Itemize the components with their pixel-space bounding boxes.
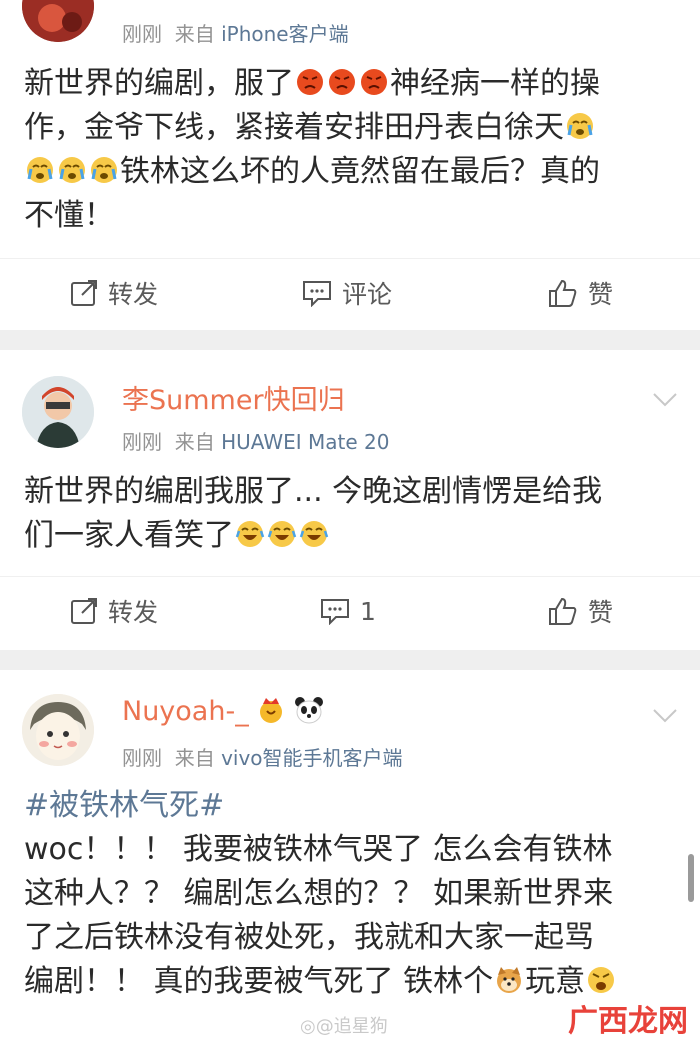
post-text: 们一家人看笑了 xyxy=(24,518,234,553)
crown-heart-emoji-icon xyxy=(260,698,283,723)
action-bar: 转发 评论 赞 xyxy=(0,258,700,329)
comment-label: 评论 xyxy=(342,280,393,309)
username-text: Nuyoah-_ xyxy=(122,696,249,727)
angry-shouting-emoji-icon xyxy=(588,967,615,993)
post-text: 铁林这么坏的人竟然留在最后？真的 xyxy=(120,154,600,189)
post-from-label: 来自 xyxy=(174,746,215,770)
like-label: 赞 xyxy=(588,280,614,309)
site-watermark: 广西龙网 xyxy=(568,1004,688,1039)
post-text: 了之后铁林没有被处死，我就和大家一起骂 xyxy=(24,920,594,955)
post-text: woc！！！ 我要被铁林气哭了 怎么会有铁林 xyxy=(24,832,613,867)
angry-emoji-icon xyxy=(294,66,390,101)
post-text: 编剧！！ 真的我要被气死了 铁林个 xyxy=(24,964,494,999)
weibo-post-2: 李Summer快回归 刚刚 来自 HUAWEI Mate 20 新世界的编剧我服… xyxy=(0,350,700,650)
post-body: #被铁林气死# woc！！！ 我要被铁林气哭了 怎么会有铁林 这种人？？ 编剧怎… xyxy=(24,784,674,1004)
weibo-watermark: ◎@追星狗 xyxy=(300,1012,388,1038)
post-separator xyxy=(0,650,700,670)
repost-button[interactable]: 转发 xyxy=(70,593,158,629)
post-text: 神经病一样的操 xyxy=(390,66,600,101)
comment-count: 1 xyxy=(360,596,376,626)
post-text: 玩意 xyxy=(525,964,586,999)
repost-label: 转发 xyxy=(108,598,159,627)
username[interactable]: Nuyoah-_ xyxy=(122,696,324,727)
post-source[interactable]: HUAWEI Mate 20 xyxy=(221,430,389,454)
post-from-label: 来自 xyxy=(174,430,215,454)
post-meta: 刚刚 来自 HUAWEI Mate 20 xyxy=(122,426,389,455)
post-source[interactable]: vivo智能手机客户端 xyxy=(221,746,402,770)
repost-label: 转发 xyxy=(108,280,159,309)
post-time: 刚刚 xyxy=(122,430,162,454)
post-from-label: 来自 xyxy=(174,22,215,46)
repost-button[interactable]: 转发 xyxy=(70,275,158,311)
weibo-watermark-text: @追星狗 xyxy=(315,1016,388,1037)
weibo-logo-icon: ◎ xyxy=(300,1016,316,1037)
thumbs-up-icon xyxy=(549,279,577,307)
repost-icon xyxy=(71,280,97,306)
post-separator xyxy=(0,330,700,350)
hashtag-link[interactable]: #被铁林气死# xyxy=(24,784,674,828)
post-time: 刚刚 xyxy=(122,746,162,770)
username[interactable]: 李Summer快回归 xyxy=(122,378,345,417)
chevron-down-icon[interactable] xyxy=(652,392,678,408)
avatar[interactable] xyxy=(22,694,94,766)
comment-icon xyxy=(303,281,331,307)
post-source[interactable]: iPhone客户端 xyxy=(221,22,349,46)
post-meta: 刚刚 来自 iPhone客户端 xyxy=(122,18,349,47)
post-text: 不懂！ xyxy=(24,198,114,233)
post-text: 作，金爷下线，紧接着安排田丹表白徐天 xyxy=(24,110,564,145)
action-bar: 转发 1 赞 xyxy=(0,576,700,647)
post-time: 刚刚 xyxy=(122,22,162,46)
post-text: 这种人？？ 编剧怎么想的？？ 如果新世界来 xyxy=(24,876,614,911)
chevron-down-icon[interactable] xyxy=(652,708,678,724)
doge-emoji-icon xyxy=(497,967,522,993)
post-text: 新世界的编剧，服了 xyxy=(24,66,294,101)
avatar[interactable] xyxy=(22,376,94,448)
crying-emoji-icon xyxy=(24,154,120,189)
post-meta: 刚刚 来自 vivo智能手机客户端 xyxy=(122,742,403,771)
panda-icon xyxy=(294,697,323,724)
laughing-emoji-icon xyxy=(234,518,330,553)
like-label: 赞 xyxy=(588,598,614,627)
post-text: 新世界的编剧我服了... 今晚这剧情愣是给我 xyxy=(24,474,603,509)
scrollbar[interactable] xyxy=(688,854,694,902)
post-body: 新世界的编剧我服了... 今晚这剧情愣是给我 们一家人看笑了 xyxy=(24,470,674,558)
avatar[interactable] xyxy=(22,0,94,42)
weibo-post-1: 刚刚 来自 iPhone客户端 新世界的编剧，服了 神经病一样的操 作，金爷下线，… xyxy=(0,0,700,330)
crying-emoji-icon xyxy=(564,110,596,145)
comment-icon xyxy=(321,599,349,625)
comment-button[interactable]: 评论 xyxy=(302,275,392,311)
repost-icon xyxy=(71,598,97,624)
like-button[interactable]: 赞 xyxy=(548,275,613,311)
weibo-post-3: Nuyoah-_ 刚刚 来自 vivo智能手机客户端 #被铁林气死# woc！！… xyxy=(0,670,700,1042)
thumbs-up-icon xyxy=(549,597,577,625)
like-button[interactable]: 赞 xyxy=(548,593,613,629)
comment-button[interactable]: 1 xyxy=(320,593,376,629)
post-body: 新世界的编剧，服了 神经病一样的操 作，金爷下线，紧接着安排田丹表白徐天 铁林这么… xyxy=(24,62,674,238)
